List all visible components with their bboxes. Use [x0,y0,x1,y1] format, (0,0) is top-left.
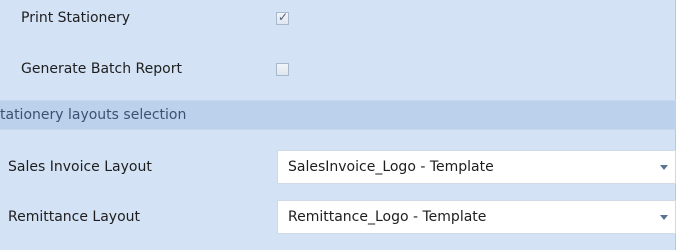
remittance-layout-label: Remittance Layout [8,209,141,225]
remittance-dropdown-arrow[interactable] [653,201,675,233]
sales-invoice-dropdown-arrow[interactable] [653,151,675,183]
chevron-down-icon [660,215,668,220]
stationery-settings-panel: Print Stationery ✓ Generate Batch Report… [0,0,676,250]
print-stationery-row: Print Stationery ✓ [0,2,676,32]
sales-invoice-layout-row: Sales Invoice Layout SalesInvoice_Logo -… [0,150,676,184]
check-icon: ✓ [278,10,289,24]
print-stationery-label: Print Stationery [21,10,131,26]
sales-invoice-layout-label: Sales Invoice Layout [8,159,152,175]
sales-invoice-layout-value: SalesInvoice_Logo - Template [288,159,494,175]
chevron-down-icon [660,165,668,170]
section-title: tationery layouts selection [0,107,187,123]
remittance-layout-row: Remittance Layout Remittance_Logo - Temp… [0,200,676,234]
generate-batch-report-row: Generate Batch Report [0,53,676,83]
stationery-layouts-section-header: tationery layouts selection [0,100,676,130]
print-stationery-checkbox[interactable]: ✓ [276,10,289,25]
sales-invoice-layout-dropdown[interactable]: SalesInvoice_Logo - Template [277,150,676,184]
remittance-layout-value: Remittance_Logo - Template [288,209,487,225]
remittance-layout-dropdown[interactable]: Remittance_Logo - Template [277,200,676,234]
generate-batch-report-label: Generate Batch Report [21,61,182,77]
generate-batch-report-checkbox[interactable] [276,63,289,76]
